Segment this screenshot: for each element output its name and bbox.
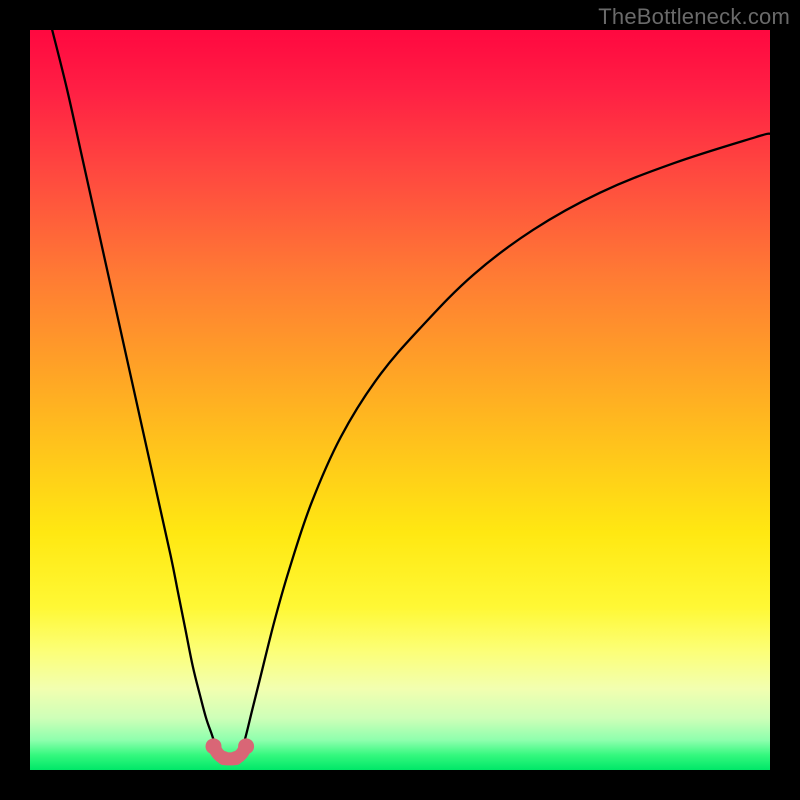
curve-right-branch <box>240 134 770 751</box>
plot-area <box>30 30 770 770</box>
valley-highlight-dots <box>206 738 255 765</box>
valley-dot <box>229 751 243 765</box>
valley-end-dot <box>238 738 254 754</box>
chart-frame: TheBottleneck.com <box>0 0 800 800</box>
curve-left-branch <box>52 30 219 751</box>
curve-layer <box>30 30 770 770</box>
valley-end-dot <box>206 738 222 754</box>
watermark-text: TheBottleneck.com <box>598 4 790 30</box>
